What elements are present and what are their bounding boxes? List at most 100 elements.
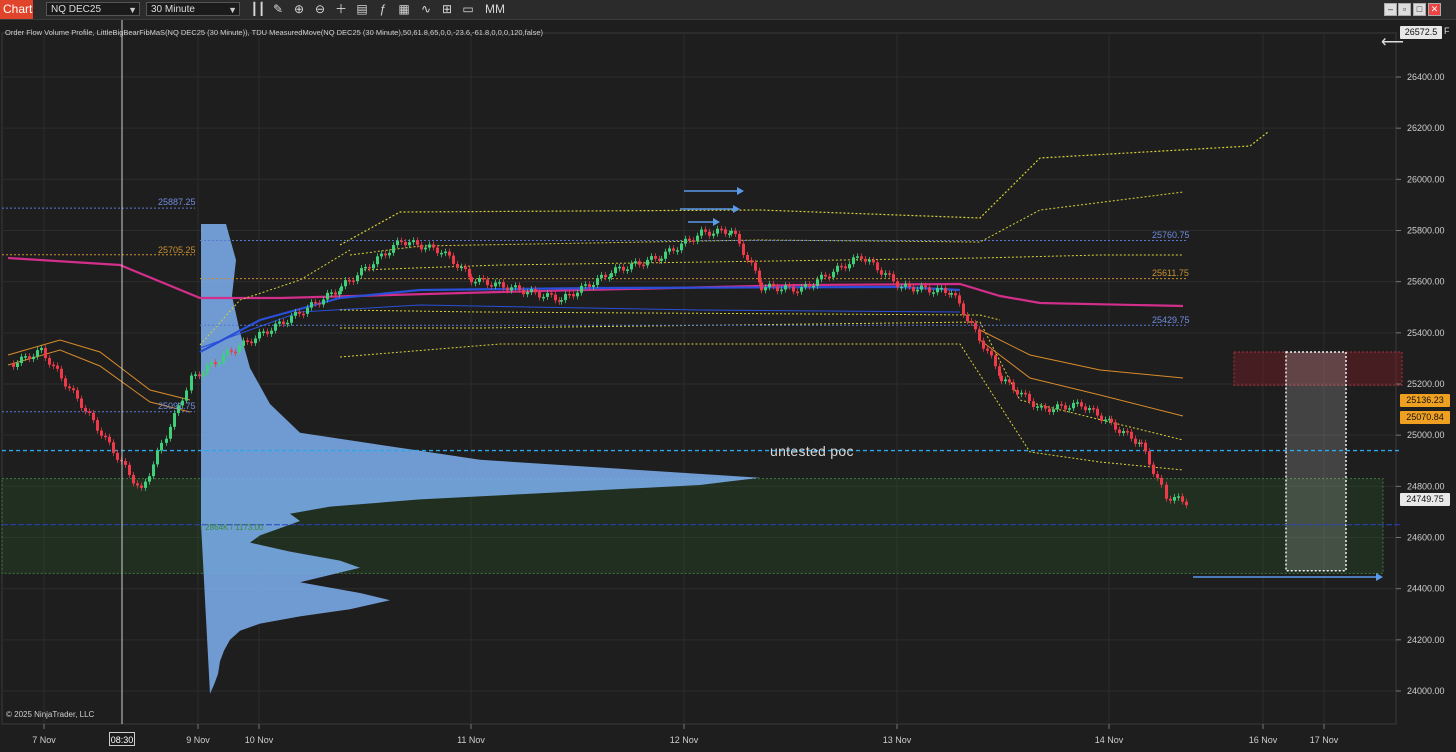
x-tick-label: 11 Nov [457, 735, 485, 745]
cursor-time-tag: 08:30 [109, 732, 135, 746]
level-label-2: 25705.25 [158, 245, 196, 255]
candle-body [230, 350, 233, 352]
candle-body [604, 274, 607, 278]
candle-body [48, 358, 51, 365]
candle-body [808, 284, 811, 287]
x-tick-label: 17 Nov [1310, 735, 1339, 745]
candle-body [28, 356, 31, 360]
candle-body [592, 284, 595, 287]
candle-body [526, 292, 529, 295]
candle-body [780, 289, 783, 292]
candle-body [428, 244, 431, 248]
candle-body [824, 274, 827, 277]
candle-body [1156, 474, 1159, 478]
close-icon[interactable]: ✕ [1428, 3, 1441, 16]
candle-body [990, 350, 993, 356]
properties-icon[interactable]: ∿ [418, 2, 434, 17]
price-scale-icon[interactable]: ⊞ [439, 2, 455, 17]
indicators-icon[interactable]: ƒ [375, 2, 391, 17]
candle-body [764, 287, 767, 291]
maximize-icon[interactable]: □ [1413, 3, 1426, 16]
copyright-label: © 2025 NinjaTrader, LLC [6, 710, 95, 719]
candle-body [360, 268, 363, 276]
candle-body [218, 362, 221, 365]
candle-body [852, 257, 855, 265]
candle-body [222, 354, 225, 363]
candle-body [290, 315, 293, 323]
candle-body [1092, 408, 1095, 410]
candle-body [100, 430, 103, 436]
candle-body [460, 266, 463, 269]
candle-body [160, 442, 163, 451]
candle-body [152, 464, 155, 477]
candle-body [384, 253, 387, 256]
y-tick-label: 24600.00 [1407, 533, 1445, 543]
candle-body [738, 234, 741, 244]
minimize-icon[interactable]: – [1384, 3, 1397, 16]
candle-body [436, 247, 439, 254]
candle-body [872, 259, 875, 263]
instrument-selector[interactable]: NQ DEC25 ▼ [46, 2, 140, 16]
strategies-icon[interactable]: ▦ [396, 2, 412, 17]
candle-body [584, 284, 587, 286]
candle-body [368, 266, 371, 269]
zoom-in-icon[interactable]: ⊕ [291, 2, 307, 17]
candle-body [908, 283, 911, 287]
candle-body [868, 259, 871, 262]
candle-body [982, 340, 985, 349]
candle-body [12, 363, 15, 367]
candle-body [916, 289, 919, 292]
timeframe-selector[interactable]: 30 Minute ▼ [146, 2, 240, 16]
candle-body [576, 292, 579, 297]
candle-body [768, 283, 771, 288]
draw-pencil-icon[interactable]: ✎ [270, 2, 286, 17]
candle-body [52, 364, 55, 367]
candle-body [892, 274, 895, 282]
candle-body [206, 365, 209, 373]
candle-body [788, 285, 791, 287]
candle-body [282, 321, 285, 325]
y-tick-label: 25800.00 [1407, 226, 1445, 236]
arrow-target-head [1376, 573, 1383, 581]
candle-body [1004, 379, 1007, 382]
data-box-icon[interactable]: ▤ [354, 2, 370, 17]
candle-body [680, 243, 683, 251]
candle-body [954, 293, 957, 296]
candle-body [712, 233, 715, 236]
candle-body [310, 302, 313, 308]
chart-tab[interactable]: Chart [0, 0, 33, 19]
candle-body [274, 323, 277, 331]
restore-icon[interactable]: ▫ [1398, 3, 1411, 16]
ma-upper-tag: 25136.23 [1400, 394, 1450, 407]
candle-body [464, 266, 467, 269]
top-price-suffix: F [1444, 26, 1450, 36]
candle-body [24, 356, 27, 358]
price-chart[interactable]: 24000.00 24200.00 24400.00 24600.00 24800.00… [0, 20, 1456, 752]
candle-body [185, 390, 188, 401]
chart-trader-icon[interactable]: ▭ [460, 2, 476, 17]
candle-body [618, 266, 621, 269]
crosshair-icon[interactable]: ＋ [333, 2, 349, 17]
orange-band-right-1 [979, 329, 1184, 379]
candle-body [470, 276, 473, 283]
x-tick-label: 14 Nov [1095, 735, 1124, 745]
candle-body [456, 263, 459, 268]
untested-poc-label: untested poc [770, 443, 854, 459]
candle-body [474, 281, 477, 284]
candle-body [246, 340, 249, 343]
arrow-top-2-head [733, 205, 740, 213]
mm-label[interactable]: MM [485, 2, 505, 17]
lower-band-1 [340, 321, 1184, 441]
candle-body [514, 285, 517, 288]
bar-type-icon[interactable]: ┃┃ [250, 2, 266, 17]
candle-body [708, 231, 711, 236]
candle-body [214, 362, 217, 365]
candle-body [372, 264, 375, 269]
candle-body [1044, 406, 1047, 409]
candle-body [1169, 498, 1172, 501]
candle-body [912, 286, 915, 292]
candle-body [270, 330, 273, 334]
zoom-out-icon[interactable]: ⊖ [312, 2, 328, 17]
candle-body [944, 287, 947, 294]
y-tick-label: 25600.00 [1407, 277, 1445, 287]
